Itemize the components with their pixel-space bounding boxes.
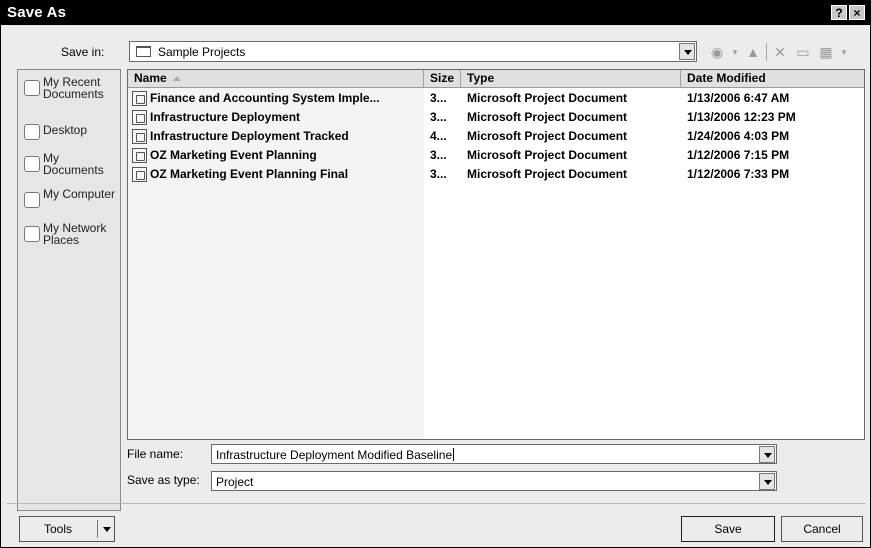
file-date: 1/12/2006 7:15 PM <box>687 148 790 162</box>
place-label: My Documents <box>43 151 104 177</box>
tools-button-label: Tools <box>43 522 72 536</box>
file-name: Finance and Accounting System Imple... <box>150 91 380 105</box>
file-date: 1/13/2006 12:23 PM <box>687 110 796 124</box>
file-type: Microsoft Project Document <box>467 129 628 143</box>
place-my-documents[interactable]: My Documents <box>24 152 118 176</box>
save-as-dialog: Save As ? × Save in: Sample Projects ◉ ▾… <box>0 0 871 548</box>
save-in-dropdown[interactable]: Sample Projects <box>129 41 697 62</box>
recent-documents-icon <box>24 80 40 96</box>
file-name-label: File name: <box>127 447 184 461</box>
file-row[interactable]: OZ Marketing Event Planning Final 3... M… <box>128 165 864 184</box>
file-name-input[interactable]: Infrastructure Deployment Modified Basel… <box>211 444 777 464</box>
place-my-network-places[interactable]: My Network Places <box>24 222 118 246</box>
file-size: 3... <box>430 110 447 124</box>
place-label: My Computer <box>43 187 116 201</box>
file-type: Microsoft Project Document <box>467 91 628 105</box>
file-size: 3... <box>430 148 447 162</box>
save-as-type-dropdown[interactable]: Project <box>211 471 777 491</box>
save-as-type-label: Save as type: <box>127 473 200 487</box>
place-label: My Network Places <box>43 221 107 247</box>
file-type: Microsoft Project Document <box>467 110 628 124</box>
toolbar-separator <box>766 43 767 61</box>
place-desktop[interactable]: Desktop <box>24 120 118 140</box>
divider <box>7 503 865 504</box>
chevron-down-icon[interactable] <box>759 473 775 490</box>
file-type: Microsoft Project Document <box>467 148 628 162</box>
file-list[interactable]: Name Size Type Date Modified Finance and… <box>127 69 865 440</box>
sort-ascending-icon <box>172 76 181 82</box>
file-name: Infrastructure Deployment Tracked <box>150 129 349 143</box>
desktop-icon <box>24 124 40 140</box>
views-icon[interactable]: ▦ <box>816 42 836 62</box>
file-size: 3... <box>430 91 447 105</box>
file-size: 3... <box>430 167 447 181</box>
help-button[interactable]: ? <box>831 5 847 20</box>
new-folder-icon[interactable]: ▭ <box>793 42 813 62</box>
delete-icon[interactable]: ✕ <box>770 42 790 62</box>
project-file-icon <box>132 91 147 106</box>
navigation-toolbar: ◉ ▾ ▲ ✕ ▭ ▦ ▾ <box>707 41 849 63</box>
place-my-recent-documents[interactable]: My Recent Documents <box>24 76 118 100</box>
tools-button[interactable]: Tools <box>19 516 115 542</box>
project-file-icon <box>132 148 147 163</box>
chevron-down-icon[interactable] <box>103 527 111 532</box>
file-name: Infrastructure Deployment <box>150 110 301 124</box>
dialog-title: Save As <box>7 4 67 21</box>
project-file-icon <box>132 110 147 125</box>
place-label: My Recent Documents <box>43 75 104 101</box>
project-file-icon <box>132 167 147 182</box>
column-header-date-modified[interactable]: Date Modified <box>681 70 864 88</box>
project-file-icon <box>132 129 147 144</box>
column-header-size[interactable]: Size <box>424 70 461 88</box>
save-as-type-value: Project <box>216 475 254 489</box>
file-type: Microsoft Project Document <box>467 167 628 181</box>
file-row[interactable]: Infrastructure Deployment 3... Microsoft… <box>128 108 864 127</box>
save-in-value: Sample Projects <box>158 45 246 59</box>
chevron-down-icon[interactable] <box>679 43 695 60</box>
place-label: Desktop <box>43 123 88 137</box>
column-header-name[interactable]: Name <box>128 70 424 88</box>
back-icon[interactable]: ◉ <box>707 42 727 62</box>
cancel-button[interactable]: Cancel <box>781 516 863 542</box>
save-button[interactable]: Save <box>681 516 775 542</box>
folder-icon <box>136 46 151 57</box>
back-dropdown-icon[interactable]: ▾ <box>730 42 740 62</box>
file-size: 4... <box>430 129 447 143</box>
file-row[interactable]: Finance and Accounting System Imple... 3… <box>128 89 864 108</box>
title-bar: Save As ? × <box>1 1 870 25</box>
file-name: OZ Marketing Event Planning Final <box>150 167 349 181</box>
file-date: 1/24/2006 4:03 PM <box>687 129 790 143</box>
places-bar: My Recent Documents Desktop My Documents… <box>17 69 121 511</box>
views-dropdown-icon[interactable]: ▾ <box>839 42 849 62</box>
up-folder-icon[interactable]: ▲ <box>743 42 763 62</box>
column-header-type[interactable]: Type <box>461 70 681 88</box>
file-list-header: Name Size Type Date Modified <box>128 70 864 88</box>
close-button[interactable]: × <box>849 5 865 20</box>
place-my-computer[interactable]: My Computer <box>24 188 118 208</box>
file-date: 1/13/2006 6:47 AM <box>687 91 790 105</box>
text-caret <box>453 448 455 461</box>
file-row[interactable]: Infrastructure Deployment Tracked 4... M… <box>128 127 864 146</box>
file-name: OZ Marketing Event Planning <box>150 148 317 162</box>
file-row[interactable]: OZ Marketing Event Planning 3... Microso… <box>128 146 864 165</box>
save-in-label: Save in: <box>61 45 105 59</box>
file-date: 1/12/2006 7:33 PM <box>687 167 790 181</box>
my-computer-icon <box>24 192 40 208</box>
network-places-icon <box>24 226 40 242</box>
my-documents-icon <box>24 156 40 172</box>
chevron-down-icon[interactable] <box>759 446 775 463</box>
file-name-value: Infrastructure Deployment Modified Basel… <box>216 448 453 462</box>
